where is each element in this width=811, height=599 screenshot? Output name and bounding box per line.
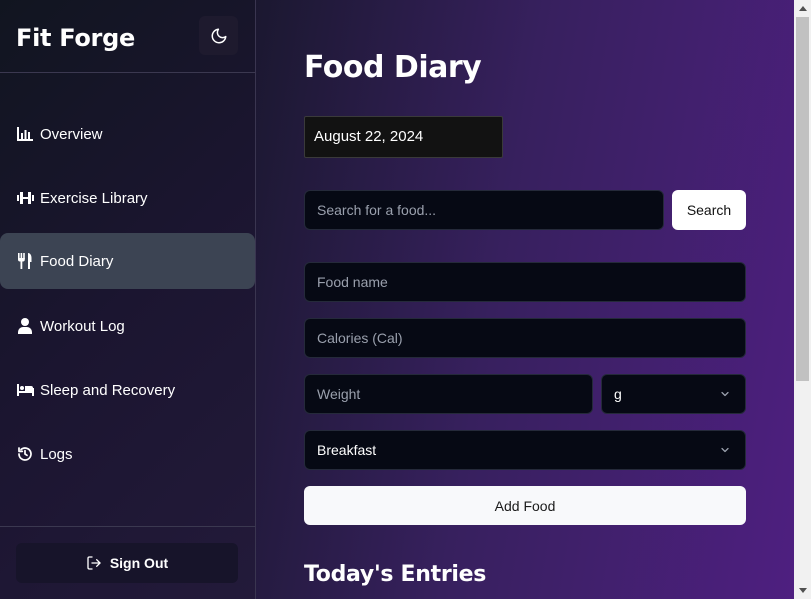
scroll-down-arrow[interactable] bbox=[794, 582, 811, 599]
sidebar-item-label: Logs bbox=[40, 445, 73, 463]
chevron-down-icon bbox=[721, 391, 729, 397]
sign-out-label: Sign Out bbox=[109, 555, 169, 571]
sidebar-item-label: Overview bbox=[40, 125, 103, 143]
page-title: Food Diary bbox=[304, 50, 482, 85]
sidebar-item-label: Food Diary bbox=[40, 252, 114, 270]
sidebar-item-label: Sleep and Recovery bbox=[40, 381, 176, 399]
sidebar-footer: Sign Out bbox=[0, 526, 255, 599]
sidebar-item-sleep-recovery[interactable]: Sleep and Recovery bbox=[0, 362, 255, 418]
sidebar-item-workout-log[interactable]: Workout Log bbox=[0, 298, 255, 354]
food-search-input[interactable]: Search for a food... bbox=[304, 190, 664, 230]
moon-icon bbox=[211, 28, 226, 43]
sidebar-item-logs[interactable]: Logs bbox=[0, 426, 255, 482]
sidebar-item-label: Exercise Library bbox=[40, 189, 148, 207]
bed-icon bbox=[16, 381, 34, 399]
todays-entries-heading: Today's Entries bbox=[304, 562, 487, 587]
meal-select[interactable]: Breakfast bbox=[304, 430, 746, 470]
page-scrollbar[interactable] bbox=[794, 0, 811, 599]
weight-input[interactable]: Weight bbox=[304, 374, 593, 414]
food-name-placeholder: Food name bbox=[317, 274, 388, 290]
theme-toggle-button[interactable] bbox=[199, 16, 238, 55]
dumbbell-icon bbox=[16, 189, 34, 207]
sidebar-item-overview[interactable]: Overview bbox=[0, 106, 255, 162]
sidebar-item-exercise-library[interactable]: Exercise Library bbox=[0, 170, 255, 226]
chart-bar-icon bbox=[16, 125, 34, 143]
meal-select-value: Breakfast bbox=[317, 442, 377, 458]
calories-input[interactable]: Calories (Cal) bbox=[304, 318, 746, 358]
sidebar-item-food-diary[interactable]: Food Diary bbox=[0, 233, 255, 289]
scroll-thumb[interactable] bbox=[796, 17, 809, 381]
main-content: Food Diary August 22, 2024 Search for a … bbox=[256, 0, 794, 599]
date-picker-field[interactable]: August 22, 2024 bbox=[304, 116, 503, 158]
sidebar-item-label: Workout Log bbox=[40, 317, 125, 335]
unit-select[interactable]: g bbox=[601, 374, 746, 414]
food-name-input[interactable]: Food name bbox=[304, 262, 746, 302]
sign-out-button[interactable]: Sign Out bbox=[16, 543, 238, 583]
weight-placeholder: Weight bbox=[317, 386, 361, 402]
sidebar: Fit Forge Overview Exercise Library Food… bbox=[0, 0, 256, 599]
unit-select-value: g bbox=[614, 386, 622, 402]
calories-placeholder: Calories (Cal) bbox=[317, 330, 403, 346]
chevron-down-icon bbox=[721, 447, 729, 453]
app-title: Fit Forge bbox=[16, 24, 135, 52]
add-food-button[interactable]: Add Food bbox=[304, 486, 746, 525]
utensils-icon bbox=[16, 252, 34, 270]
scroll-up-arrow[interactable] bbox=[794, 0, 811, 17]
user-icon bbox=[16, 317, 34, 335]
sign-out-icon bbox=[86, 555, 102, 571]
search-button[interactable]: Search bbox=[672, 190, 746, 230]
history-icon bbox=[16, 445, 34, 463]
sidebar-header: Fit Forge bbox=[0, 0, 255, 73]
food-search-placeholder: Search for a food... bbox=[317, 202, 437, 218]
